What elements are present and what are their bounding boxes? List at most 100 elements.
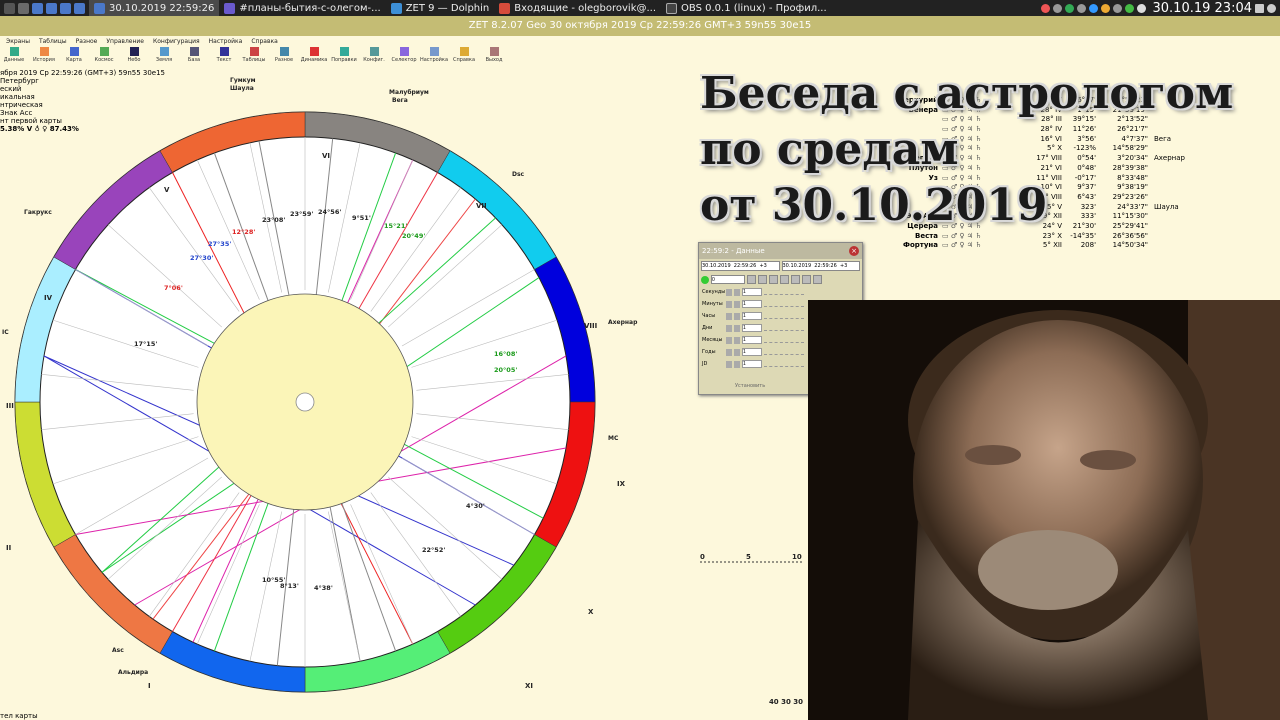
star-label: Dsc (512, 171, 525, 178)
time-unit-slider[interactable] (764, 326, 804, 331)
tray-icon[interactable] (1040, 3, 1050, 13)
time-unit-slider[interactable] (764, 350, 804, 355)
time-unit-row: Секунды (699, 286, 862, 298)
toolbar-button[interactable]: Карта (62, 47, 86, 67)
increment-button[interactable] (734, 348, 740, 356)
time-unit-slider[interactable] (764, 290, 804, 295)
menu-item[interactable]: Конфигурация (153, 38, 200, 45)
task-chat[interactable]: #планы-бытия-с-олегом-... (219, 0, 385, 16)
toolbar-button[interactable]: Поправки (331, 47, 357, 67)
step-button[interactable] (780, 275, 789, 284)
menu-item[interactable]: Экраны (6, 38, 30, 45)
volume-icon[interactable] (1136, 3, 1146, 13)
increment-button[interactable] (734, 300, 740, 308)
close-icon[interactable]: × (849, 246, 859, 256)
toolbar-button[interactable]: Данные (2, 47, 26, 67)
step-input[interactable] (711, 275, 745, 284)
planet-row[interactable]: Фортуна ▭ ♂ ♀ ♃ ♄ 5° XII 208' 14°50'34" (896, 241, 1280, 251)
menu-item[interactable]: Разное (76, 38, 98, 45)
increment-button[interactable] (734, 336, 740, 344)
toolbar-button[interactable]: Земля (152, 47, 176, 67)
start-icon[interactable] (701, 275, 709, 284)
tray-icon[interactable] (1088, 3, 1098, 13)
time-unit-input[interactable] (742, 312, 762, 320)
decrement-button[interactable] (726, 348, 732, 356)
menu-item[interactable]: Таблицы (39, 38, 67, 45)
decrement-button[interactable] (726, 312, 732, 320)
menu-item[interactable]: Управление (106, 38, 144, 45)
decrement-button[interactable] (726, 300, 732, 308)
clock[interactable]: 30.10.19 23:04 (1153, 1, 1253, 16)
toolbar-button[interactable]: База (182, 47, 206, 67)
time-unit-input[interactable] (742, 336, 762, 344)
toolbar-button[interactable]: История (32, 47, 56, 67)
time-unit-input[interactable] (742, 300, 762, 308)
save-icon[interactable] (791, 275, 800, 284)
time-window-titlebar[interactable]: 22:59:2 - Данные × (699, 243, 862, 259)
toolbar-label: Выход (485, 57, 503, 63)
date-field-to[interactable] (781, 261, 860, 271)
tray-icon[interactable] (1100, 3, 1110, 13)
step-button[interactable] (769, 275, 778, 284)
stream-title-line: Беседа с астрологом (700, 68, 1234, 119)
toolbar-button[interactable]: Разное (272, 47, 296, 67)
task-dolphin[interactable]: ZET 9 — Dolphin (386, 0, 495, 16)
toolbar-button[interactable]: Селектор (392, 47, 417, 67)
decrement-button[interactable] (726, 336, 732, 344)
date-field-from[interactable] (701, 261, 780, 271)
time-unit-slider[interactable] (764, 362, 804, 367)
menu-item[interactable]: Настройка (209, 38, 243, 45)
scale-tick-label: 5 (746, 553, 751, 561)
tray-icon[interactable] (1052, 3, 1062, 13)
terminal-icon[interactable] (32, 2, 43, 14)
toolbar-button[interactable]: Небо (122, 47, 146, 67)
browser-icon[interactable] (60, 2, 71, 14)
toolbar-button[interactable]: Космос (92, 47, 116, 67)
house-label: IV (44, 294, 53, 302)
files-icon[interactable] (18, 2, 29, 14)
time-unit-slider[interactable] (764, 302, 804, 307)
tray-icon[interactable] (1124, 3, 1134, 13)
chart-param: нтрическая (0, 101, 43, 109)
step-button[interactable] (747, 275, 756, 284)
time-unit-input[interactable] (742, 324, 762, 332)
planet-cell: 208' (1080, 241, 1096, 250)
toolbar-button[interactable]: Выход (482, 47, 506, 67)
folder-icon[interactable] (46, 2, 57, 14)
tray-icon[interactable] (1112, 3, 1122, 13)
task-zet-chart[interactable]: 30.10.2019 22:59:26 (89, 0, 220, 16)
forward-button[interactable] (813, 275, 822, 284)
increment-button[interactable] (734, 360, 740, 368)
toolbar-button[interactable]: Динамика (301, 47, 327, 67)
decrement-button[interactable] (726, 360, 732, 368)
toolbar-button[interactable]: Текст (212, 47, 236, 67)
task-obs[interactable]: OBS 0.0.1 (linux) - Профил... (661, 0, 832, 16)
back-button[interactable] (802, 275, 811, 284)
app-icon[interactable] (74, 2, 85, 14)
toolbar-button[interactable]: Конфиг. (362, 47, 386, 67)
decrement-button[interactable] (726, 288, 732, 296)
time-unit-input[interactable] (742, 288, 762, 296)
decrement-button[interactable] (726, 324, 732, 332)
menu-item[interactable]: Справка (251, 38, 277, 45)
toolbar-button[interactable]: Справка (452, 47, 476, 67)
apply-button[interactable]: Установить (735, 383, 765, 389)
tray-icon[interactable] (1076, 3, 1086, 13)
time-unit-slider[interactable] (764, 338, 804, 343)
time-unit-slider[interactable] (764, 314, 804, 319)
toolbar-icon (69, 47, 79, 56)
increment-button[interactable] (734, 288, 740, 296)
increment-button[interactable] (734, 324, 740, 332)
toolbar-button[interactable]: Таблицы (242, 47, 266, 67)
time-unit-input[interactable] (742, 348, 762, 356)
power-icon[interactable] (1267, 3, 1276, 13)
task-mail[interactable]: Входящие - olegborovik@... (494, 0, 661, 16)
menu-icon[interactable] (4, 2, 15, 14)
time-unit-input[interactable] (742, 360, 762, 368)
toolbar-button[interactable]: Настройка (420, 47, 448, 67)
aspect-scale: 0 5 10 (700, 553, 802, 563)
step-button[interactable] (758, 275, 767, 284)
increment-button[interactable] (734, 312, 740, 320)
window-icon[interactable] (1255, 3, 1264, 13)
tray-icon[interactable] (1064, 3, 1074, 13)
